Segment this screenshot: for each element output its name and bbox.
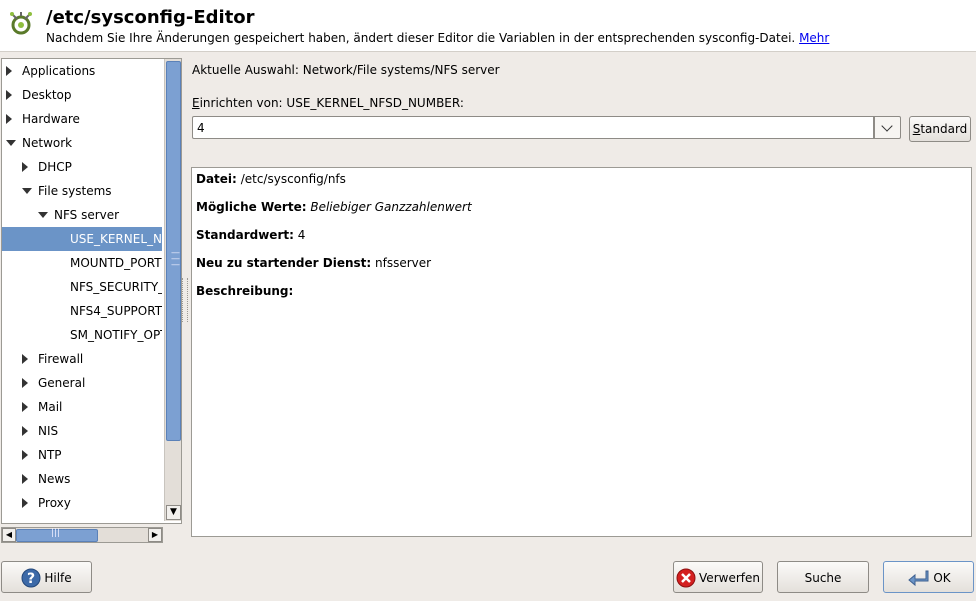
tree-list[interactable]: Applications Desktop Hardware Network DHCP Fi… [2, 59, 162, 523]
value-dropdown-button[interactable] [874, 116, 901, 139]
vertical-scroll-thumb[interactable]: — — — [166, 61, 181, 441]
tree-item-label: Hardware [22, 112, 80, 126]
horizontal-scroll-thumb[interactable]: ||| [16, 528, 98, 542]
expander-closed-icon[interactable] [22, 378, 28, 388]
tree-item[interactable]: NFS server [2, 203, 162, 227]
expander-open-icon[interactable] [6, 140, 16, 146]
discard-x-icon [676, 568, 696, 587]
scroll-grip-icon: — — — [171, 248, 180, 270]
tree-item[interactable]: News [2, 467, 162, 491]
tree-item[interactable]: NTP [2, 443, 162, 467]
info-description: Beschreibung: [196, 284, 294, 298]
info-default-value: Standardwert: 4 [196, 228, 306, 242]
variable-info-panel: Datei: /etc/sysconfig/nfs Mögliche Werte… [191, 167, 972, 537]
tree-item-label: Network [22, 136, 73, 150]
scroll-grip-icon: ||| [51, 528, 61, 538]
tree-item-label: MOUNTD_PORT [70, 256, 162, 270]
info-file: Datei: /etc/sysconfig/nfs [196, 172, 346, 186]
tree-item[interactable]: Mail [2, 395, 162, 419]
page-subtitle: Nachdem Sie Ihre Änderungen gespeichert … [46, 31, 829, 45]
tree-item-label: DHCP [38, 160, 72, 174]
expander-open-icon[interactable] [22, 188, 32, 194]
tree-item-label: News [38, 472, 71, 486]
expander-closed-icon[interactable] [22, 402, 28, 412]
tree-item[interactable]: DHCP [2, 155, 162, 179]
tree-item-label: Mail [38, 400, 63, 414]
tree-horizontal-scrollbar[interactable]: ◀ ||| ▶ [1, 527, 163, 543]
scroll-right-arrow-icon[interactable]: ▶ [148, 528, 162, 542]
tree-item[interactable]: Hardware [2, 107, 162, 131]
ok-button[interactable]: OK [883, 561, 974, 593]
help-question-icon: ? [21, 568, 41, 587]
variable-tree[interactable]: Applications Desktop Hardware Network DHCP Fi… [1, 58, 182, 524]
expander-closed-icon[interactable] [6, 114, 12, 124]
tree-item-label: Proxy [38, 496, 71, 510]
setup-label-mnemonic: E [192, 96, 200, 110]
scroll-down-arrow-icon[interactable]: ▼ [166, 505, 181, 520]
expander-closed-icon[interactable] [6, 90, 12, 100]
scroll-left-arrow-icon[interactable]: ◀ [2, 528, 16, 542]
tree-item-label: SM_NOTIFY_OPTIONS [70, 328, 162, 342]
tree-item-label: Firewall [38, 352, 84, 366]
info-service: Neu zu startender Dienst: nfsserver [196, 256, 432, 270]
tree-item[interactable]: NFS_SECURITY_GSS [2, 275, 162, 299]
subtitle-text: Nachdem Sie Ihre Änderungen gespeichert … [46, 31, 796, 45]
tree-item-label: NFS4_SUPPORT [70, 304, 162, 318]
tree-item-label: USE_KERNEL_NFSD_NUMBER [70, 232, 162, 246]
expander-closed-icon[interactable] [22, 474, 28, 484]
tree-item[interactable]: Applications [2, 59, 162, 83]
tree-item[interactable]: General [2, 371, 162, 395]
current-selection: Aktuelle Auswahl: Network/File systems/N… [192, 63, 500, 77]
sysconfig-gear-icon [10, 12, 32, 35]
tree-item-label: NIS [38, 424, 59, 438]
info-possible-values: Mögliche Werte: Beliebiger Ganzzahlenwer… [196, 200, 472, 214]
discard-button[interactable]: Verwerfen [673, 561, 763, 593]
tree-vertical-scrollbar[interactable]: — — — ▼ [164, 59, 181, 521]
tree-item[interactable]: NFS4_SUPPORT [2, 299, 162, 323]
setup-label-text: inrichten von: USE_KERNEL_NFSD_NUMBER: [199, 96, 464, 110]
search-button[interactable]: Suche [777, 561, 869, 593]
tree-item[interactable]: Network [2, 131, 162, 155]
help-button[interactable]: ? Hilfe [1, 561, 92, 593]
dialog-header: /etc/sysconfig-Editor Nachdem Sie Ihre Ä… [0, 0, 976, 52]
chevron-down-icon [881, 120, 893, 132]
tree-item[interactable]: Firewall [2, 347, 162, 371]
expander-closed-icon[interactable] [6, 66, 12, 76]
tree-item-label: File systems [38, 184, 112, 198]
tree-item[interactable]: MOUNTD_PORT [2, 251, 162, 275]
tree-item[interactable]: Desktop [2, 83, 162, 107]
expander-closed-icon[interactable] [22, 354, 28, 364]
pane-splitter[interactable] [182, 278, 188, 322]
tree-item[interactable]: Proxy [2, 491, 162, 515]
tree-item[interactable]: File systems [2, 179, 162, 203]
expander-closed-icon[interactable] [22, 498, 28, 508]
tree-item[interactable]: SM_NOTIFY_OPTIONS [2, 323, 162, 347]
svg-text:?: ? [27, 571, 35, 587]
tree-item-label: NTP [38, 448, 62, 462]
setup-label: Einrichten von: USE_KERNEL_NFSD_NUMBER: [192, 96, 464, 110]
page-title: /etc/sysconfig-Editor [46, 7, 255, 28]
tree-item[interactable]: NIS [2, 419, 162, 443]
more-link[interactable]: Mehr [799, 31, 829, 45]
expander-closed-icon[interactable] [22, 162, 28, 172]
tree-item[interactable]: USE_KERNEL_NFSD_NUMBER [2, 227, 162, 251]
standard-button-label: tandard [920, 122, 968, 136]
value-input[interactable] [192, 116, 874, 139]
expander-closed-icon[interactable] [22, 426, 28, 436]
expander-closed-icon[interactable] [22, 450, 28, 460]
tree-item-label: General [38, 376, 86, 390]
tree-item-label: Applications [22, 64, 96, 78]
standard-button[interactable]: Standard [909, 116, 971, 142]
tree-item-label: NFS_SECURITY_GSS [70, 280, 162, 294]
tree-item-label: Desktop [22, 88, 72, 102]
tree-item-label: NFS server [54, 208, 120, 222]
expander-open-icon[interactable] [38, 212, 48, 218]
ok-enter-arrow-icon [908, 570, 929, 586]
